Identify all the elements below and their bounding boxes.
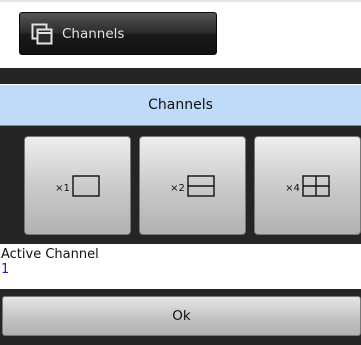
top-separator [0, 0, 361, 2]
ok-button-label: Ok [172, 308, 191, 324]
dialog-title: Channels [0, 84, 361, 126]
ok-button[interactable]: Ok [2, 296, 361, 336]
two-pane-icon [187, 174, 215, 197]
channels-window-icon [31, 23, 53, 45]
layout-x1-label: ×1 [55, 183, 70, 194]
channels-dialog: Channels ×1 ×2 ×4 Active Channel 1 Ok [0, 68, 361, 345]
active-channel-value: 1 [1, 262, 10, 277]
channels-menu-button[interactable]: Channels [19, 12, 217, 55]
layout-x4-label: ×4 [285, 183, 300, 194]
channels-menu-label: Channels [62, 25, 125, 42]
four-pane-icon [302, 174, 330, 197]
active-channel-field[interactable]: Active Channel 1 [0, 244, 361, 289]
layout-x4-button[interactable]: ×4 [254, 136, 361, 235]
layout-x2-button[interactable]: ×2 [139, 136, 246, 235]
single-pane-icon [72, 174, 100, 197]
active-channel-label: Active Channel [1, 247, 99, 262]
layout-x1-button[interactable]: ×1 [24, 136, 131, 235]
layout-x2-label: ×2 [170, 183, 185, 194]
